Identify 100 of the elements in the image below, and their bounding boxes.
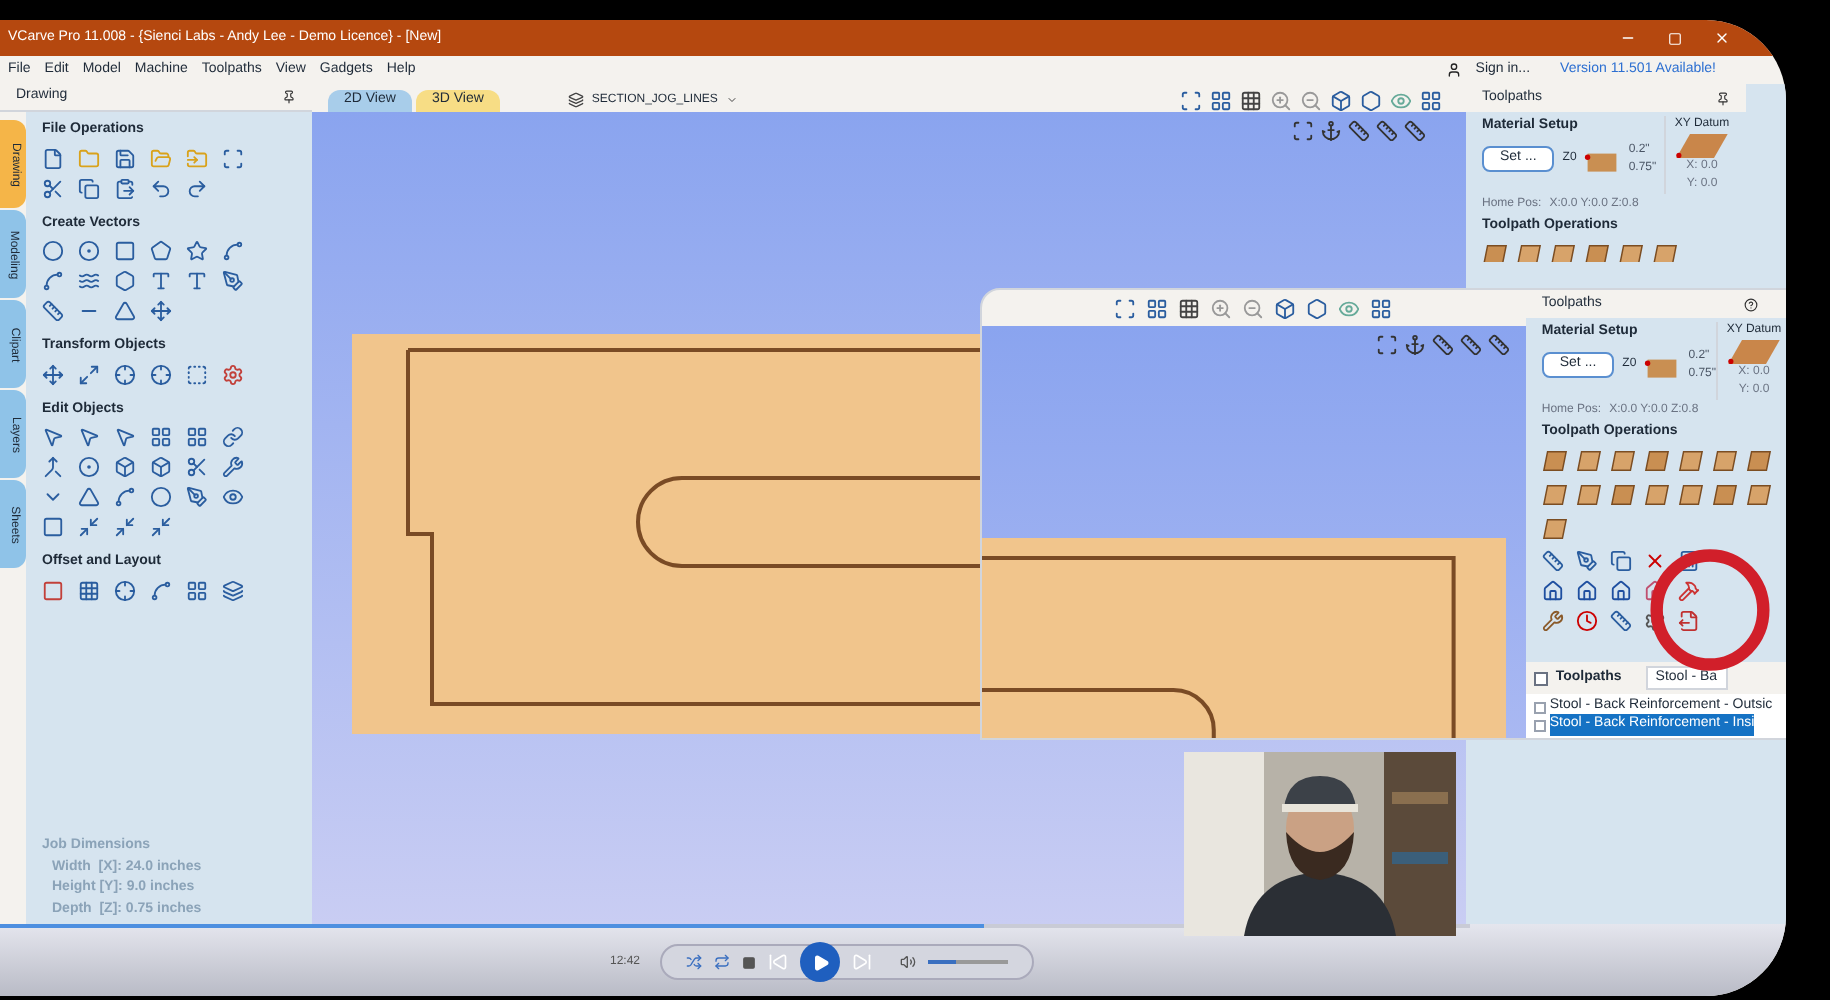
play-button[interactable] — [800, 942, 841, 982]
zoom-in-icon[interactable] — [1210, 297, 1233, 319]
text-icon[interactable] — [186, 270, 208, 292]
settings-icon[interactable] — [1643, 609, 1666, 631]
zoom-in-icon[interactable] — [1270, 89, 1292, 111]
wood-block-icon[interactable] — [1609, 481, 1636, 507]
frame-icon[interactable] — [222, 147, 244, 169]
move-icon[interactable] — [42, 363, 64, 385]
grid-icon[interactable] — [1178, 297, 1201, 319]
zoom-out-icon[interactable] — [1300, 89, 1322, 111]
circle-icon[interactable] — [150, 486, 172, 508]
house-icon[interactable] — [1609, 579, 1632, 601]
stop-icon[interactable] — [742, 955, 757, 969]
frame-icon[interactable] — [1292, 120, 1314, 142]
arrow-icon[interactable] — [150, 516, 172, 538]
wood-block-icon[interactable] — [1482, 241, 1508, 261]
pen-icon[interactable] — [222, 270, 244, 292]
save-icon[interactable] — [114, 147, 136, 169]
house-icon[interactable] — [1541, 579, 1564, 601]
repeat-icon[interactable] — [714, 954, 731, 970]
clock-icon[interactable] — [1575, 609, 1598, 631]
arrow-icon[interactable] — [78, 516, 100, 538]
wood-block-icon[interactable] — [1618, 241, 1644, 261]
wood-block-icon[interactable] — [1711, 447, 1738, 473]
ruler-icon[interactable] — [42, 300, 64, 322]
pen-icon[interactable] — [186, 486, 208, 508]
pointer-icon[interactable] — [78, 426, 100, 448]
copy-icon[interactable] — [78, 177, 100, 199]
wood-block-icon[interactable] — [1550, 241, 1576, 261]
curve-icon[interactable] — [222, 240, 244, 262]
zoom-out-icon[interactable] — [1242, 297, 1265, 319]
wrench-icon[interactable] — [222, 456, 244, 478]
play-icon[interactable] — [811, 953, 830, 971]
wood-block-icon[interactable] — [1643, 447, 1670, 473]
rectangle-icon[interactable] — [114, 240, 136, 262]
frame-icon[interactable] — [1375, 334, 1398, 356]
redo-icon[interactable] — [186, 177, 208, 199]
ruler-icon[interactable] — [1541, 549, 1564, 571]
clipboard-icon[interactable] — [114, 177, 136, 199]
rectangle-icon[interactable] — [42, 579, 64, 601]
volume-icon[interactable] — [900, 954, 917, 970]
pointer-icon[interactable] — [42, 426, 64, 448]
restore-icon[interactable] — [1668, 31, 1682, 45]
box-icon[interactable] — [114, 456, 136, 478]
house-icon[interactable] — [1575, 579, 1598, 601]
wave-icon[interactable] — [78, 270, 100, 292]
wood-block-icon[interactable] — [1575, 447, 1602, 473]
ruler-icon[interactable] — [1609, 609, 1632, 631]
pin-icon[interactable] — [1716, 91, 1730, 105]
toolpath-checkbox[interactable] — [1533, 701, 1546, 713]
copy-icon[interactable] — [1609, 549, 1632, 571]
close-icon[interactable] — [1714, 30, 1730, 46]
text-icon[interactable] — [150, 270, 172, 292]
zoom-fit-icon[interactable] — [1114, 297, 1137, 319]
pin-icon[interactable] — [282, 90, 296, 104]
shuffle-icon[interactable] — [686, 954, 703, 970]
eye-icon[interactable] — [222, 486, 244, 508]
layers-icon[interactable] — [222, 579, 244, 601]
rectangle-icon[interactable] — [42, 516, 64, 538]
grid-icon[interactable] — [186, 579, 208, 601]
wood-block-icon[interactable] — [1677, 447, 1704, 473]
scissors-icon[interactable] — [186, 456, 208, 478]
arc-icon[interactable] — [42, 270, 64, 292]
polygon-icon[interactable] — [150, 240, 172, 262]
zoom-fit-icon[interactable] — [1180, 89, 1202, 111]
toolpath-checkbox[interactable] — [1533, 719, 1546, 731]
link-icon[interactable] — [222, 426, 244, 448]
hammer-icon[interactable] — [1677, 579, 1700, 601]
view-icon[interactable] — [1274, 297, 1297, 319]
wood-block-icon[interactable] — [1516, 241, 1542, 261]
view-icon[interactable] — [1330, 89, 1352, 111]
wood-block-icon[interactable] — [1541, 515, 1568, 541]
triangle-icon[interactable] — [114, 300, 136, 322]
curve-icon[interactable] — [150, 579, 172, 601]
grid-icon[interactable] — [78, 579, 100, 601]
save-toolpath-icon[interactable] — [1677, 609, 1700, 631]
curve-icon[interactable] — [114, 486, 136, 508]
anchor-icon[interactable] — [1320, 120, 1342, 142]
wood-block-icon[interactable] — [1652, 241, 1678, 261]
undo-icon[interactable] — [150, 177, 172, 199]
list-checkbox[interactable] — [1533, 671, 1548, 685]
cross-icon[interactable] — [114, 579, 136, 601]
frame-icon[interactable] — [186, 363, 208, 385]
anchor-icon[interactable] — [1403, 334, 1426, 356]
wood-block-icon[interactable] — [1609, 447, 1636, 473]
delete-icon[interactable] — [1643, 549, 1666, 571]
pointer-icon[interactable] — [114, 426, 136, 448]
pen-icon[interactable] — [1575, 549, 1598, 571]
file-icon[interactable] — [42, 147, 64, 169]
circle-icon[interactable] — [42, 240, 64, 262]
wood-block-icon[interactable] — [1643, 481, 1670, 507]
wood-block-icon[interactable] — [1745, 447, 1772, 473]
box-icon[interactable] — [150, 456, 172, 478]
help-icon[interactable] — [1744, 297, 1758, 311]
wood-block-icon[interactable] — [1541, 481, 1568, 507]
wood-block-icon[interactable] — [1711, 481, 1738, 507]
scale-icon[interactable] — [78, 363, 100, 385]
scissors-icon[interactable] — [42, 177, 64, 199]
move-icon[interactable] — [150, 300, 172, 322]
star-icon[interactable] — [186, 240, 208, 262]
